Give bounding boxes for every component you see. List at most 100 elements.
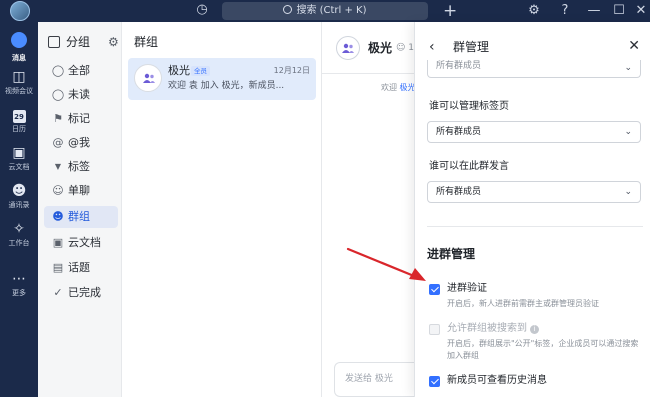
rail-item-messages[interactable]: 消息 (0, 30, 38, 64)
chat-area: 极光 ☺ 1 欢迎 极光 发送给 极光 (322, 22, 416, 397)
nav-rail: 消息 ◫ 视频会议 29 日历 ▣ 云文档 ☻ 通讯录 ✧ 工作台 ⋯ 更多 (0, 22, 38, 397)
calendar-icon: 29 (0, 106, 38, 124)
gear-icon[interactable]: ⚙ (108, 34, 119, 50)
group-people-icon (342, 43, 354, 53)
message-input[interactable]: 发送给 极光 (334, 362, 414, 397)
info-icon[interactable]: i (530, 325, 539, 334)
tab-admin-select[interactable]: 所有群成员 ⌄ (427, 121, 641, 143)
check-circle-icon: ✓ (53, 286, 63, 299)
filter-item-done[interactable]: ✓ 已完成 (44, 282, 118, 304)
rail-item-workplace[interactable]: ✧ 工作台 (0, 220, 38, 254)
chat-date: 12月12日 (273, 66, 310, 75)
back-chevron-icon[interactable]: ‹ (429, 38, 435, 56)
searchable-group-desc: 开启后，群组展示"公开"标签，企业成员可以通过搜索加入群组 (447, 339, 639, 360)
rail-item-calendar[interactable]: 29 日历 (0, 106, 38, 140)
panel-title: 群管理 (453, 40, 490, 54)
filter-item-label: 话题 (68, 261, 90, 274)
search-placeholder: 搜索 (Ctrl + K) (296, 5, 367, 16)
filter-item-tags[interactable]: ▼ 标签 (44, 156, 118, 178)
unread-icon: ◯ (51, 88, 65, 101)
rail-item-label: 日历 (12, 125, 26, 133)
join-management-heading: 进群管理 (427, 247, 476, 261)
video-camera-icon: ◫ (12, 69, 26, 85)
speak-permission-label: 谁可以在此群发言 (429, 161, 509, 172)
filter-item-all[interactable]: ◯ 全部 (44, 60, 118, 82)
minimize-icon[interactable]: — (586, 0, 602, 22)
more-dots-icon: ⋯ (12, 271, 26, 287)
filter-item-unread[interactable]: ◯ 未读 (44, 84, 118, 106)
settings-box-icon[interactable]: ⚙ (526, 0, 542, 22)
group-management-panel: ‹ 群管理 ✕ 所有群成员 ⌄ 谁可以管理标签页 所有群成员 ⌄ 谁可以在此群发… (414, 22, 650, 397)
chat-header-title[interactable]: 极光 (368, 40, 392, 56)
searchable-group-label-text: 允许群组被搜索到 (447, 323, 527, 334)
rail-item-contacts[interactable]: ☻ 通讯录 (0, 182, 38, 216)
join-verification-desc: 开启后，新人进群前需群主或群管理员验证 (447, 299, 599, 308)
filter-item-direct[interactable]: ☺ 单聊 (44, 180, 118, 202)
speak-permission-select[interactable]: 所有群成员 ⌄ (427, 181, 641, 203)
rail-item-label: 工作台 (8, 239, 30, 247)
add-plus-icon[interactable]: + (443, 0, 457, 22)
filter-item-docs[interactable]: ▣ 云文档 (44, 232, 118, 254)
filter-item-label: 单聊 (68, 184, 90, 197)
filter-item-label: 群组 (68, 210, 90, 223)
select-value: 所有群成员 (436, 187, 482, 197)
searchable-group-checkbox[interactable] (429, 324, 440, 335)
filter-item-label: 标记 (68, 112, 90, 125)
chat-list-item[interactable]: 极光 全员 12月12日 欢迎 袁 加入 极光，新成员... (128, 58, 316, 100)
section-divider (427, 226, 643, 227)
chat-icon: ◯ (51, 64, 65, 77)
at-icon: @ (52, 136, 64, 149)
top-permission-select[interactable]: 所有群成员 ⌄ (427, 60, 641, 78)
title-bar: ◷ 搜索 (Ctrl + K) + ⚙ ? — ☐ ✕ (0, 0, 650, 22)
filter-item-groups[interactable]: ☻ 群组 (44, 206, 118, 228)
system-message-prefix: 欢迎 (381, 83, 397, 92)
chat-name: 极光 (168, 64, 190, 77)
filter-item-flagged[interactable]: ⚑ 标记 (44, 108, 118, 130)
user-avatar[interactable] (10, 1, 30, 21)
filter-item-label: 标签 (68, 160, 90, 173)
filter-item-label: @我 (68, 136, 90, 149)
rail-item-video-meeting[interactable]: ◫ 视频会议 (0, 68, 38, 102)
flag-icon: ⚑ (53, 112, 63, 125)
filter-item-topics[interactable]: ▤ 话题 (44, 257, 118, 279)
filter-item-label: 全部 (68, 64, 90, 77)
filter-item-label: 已完成 (68, 286, 101, 299)
join-verification-checkbox[interactable] (429, 284, 440, 295)
history-clock-icon[interactable]: ◷ (195, 3, 209, 17)
all-members-badge: 全员 (191, 66, 210, 76)
doc-icon: ▣ (52, 236, 64, 249)
history-visible-label[interactable]: 新成员可查看历史消息 (447, 374, 547, 388)
chat-preview: 欢迎 袁 加入 极光，新成员... (168, 81, 285, 91)
person-small-icon: ☺ (396, 43, 406, 53)
chat-list: 群组 极光 全员 12月12日 欢迎 袁 加入 极光，新成员... (122, 22, 322, 397)
close-window-icon[interactable]: ✕ (633, 0, 649, 22)
searchable-group-label[interactable]: 允许群组被搜索到 i (447, 322, 539, 336)
select-value: 所有群成员 (436, 127, 482, 137)
chat-header-avatar (336, 36, 360, 60)
help-icon[interactable]: ? (557, 0, 573, 22)
caret-down-icon: ▼ (54, 162, 62, 171)
rail-item-label: 视频会议 (5, 87, 33, 95)
group-filter-sidebar: 分组 ⚙ ◯ 全部 ◯ 未读 ⚑ 标记 @ @我 ▼ 标签 ☺ 单聊 ☻ 群组 (38, 22, 122, 397)
history-visible-checkbox[interactable] (429, 376, 440, 387)
person-icon: ☺ (52, 184, 64, 197)
rail-item-label: 云文档 (8, 163, 30, 171)
close-icon[interactable]: ✕ (628, 37, 640, 55)
maximize-icon[interactable]: ☐ (611, 0, 627, 22)
filter-item-label: 未读 (68, 88, 90, 101)
chat-header: 极光 ☺ 1 (322, 22, 414, 74)
group-filter-icon (48, 36, 60, 48)
rail-item-label: 通讯录 (8, 201, 30, 209)
rail-item-docs[interactable]: ▣ 云文档 (0, 144, 38, 178)
member-count[interactable]: ☺ 1 (396, 42, 414, 54)
chevron-down-icon: ⌄ (624, 187, 632, 197)
chat-bubble-icon (0, 30, 38, 53)
rail-item-label: 更多 (12, 289, 26, 297)
system-message: 欢迎 极光 (381, 82, 416, 94)
group-people-icon (143, 73, 155, 83)
global-search-box[interactable]: 搜索 (Ctrl + K) (222, 2, 428, 20)
join-verification-label[interactable]: 进群验证 (447, 282, 487, 296)
document-icon: ▣ (12, 145, 26, 161)
filter-item-mentions[interactable]: @ @我 (44, 132, 118, 154)
rail-item-more[interactable]: ⋯ 更多 (0, 270, 38, 304)
